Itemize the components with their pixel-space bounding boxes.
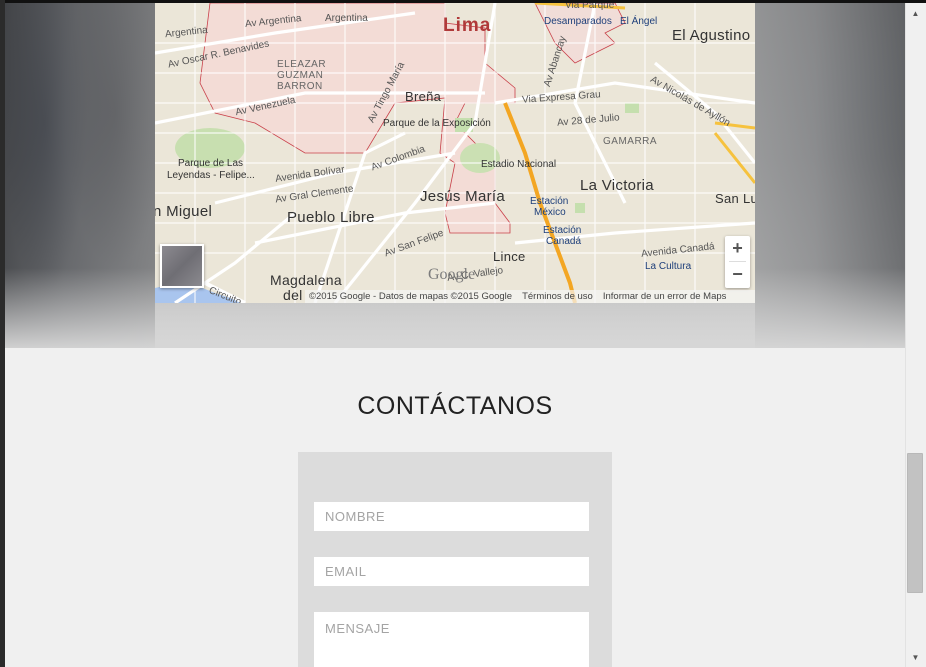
map-label-argentina-3: Argentina — [325, 13, 368, 24]
map-label-brena: Breña — [405, 89, 442, 104]
map-label-el-angel: El Ángel — [620, 16, 658, 27]
map-label-estacion-mexico-2: México — [534, 207, 566, 218]
map-label-san-luis: San Lu — [715, 191, 755, 206]
map-label-magdalena-1: Magdalena — [270, 272, 342, 288]
zoom-in-button[interactable]: + — [725, 236, 750, 261]
window-left-border — [0, 0, 5, 667]
map-label-lima: Lima — [443, 15, 492, 36]
map-label-estadio-nacional: Estadio Nacional — [481, 159, 557, 170]
message-textarea[interactable] — [314, 612, 589, 667]
map-label-via-parque: Via Parque — [565, 3, 615, 11]
map-label-gamarra: GAMARRA — [603, 136, 658, 147]
map-label-estacion-mexico-1: Estación — [530, 196, 569, 207]
map-label-eleazar-2: GUZMAN — [277, 70, 324, 81]
scroll-down-arrow-icon[interactable]: ▼ — [906, 649, 925, 665]
map-label-parque-leyendas-1: Parque de Las — [178, 158, 244, 169]
zoom-out-button[interactable]: − — [725, 262, 750, 287]
map-label-el-agustino: El Agustino — [672, 27, 751, 44]
google-logo: Google — [428, 266, 476, 283]
map-label-la-cultura: La Cultura — [645, 261, 692, 272]
email-input[interactable] — [314, 557, 589, 586]
map-label-lince: Lince — [493, 249, 526, 264]
vertical-scrollbar[interactable]: ▲ ▼ — [905, 3, 926, 667]
scrollbar-thumb[interactable] — [907, 453, 923, 593]
contact-heading: CONTÁCTANOS — [357, 392, 553, 420]
scroll-up-arrow-icon[interactable]: ▲ — [906, 5, 925, 21]
google-map[interactable]: Lima Desamparados El Ángel El Agustino V… — [155, 3, 755, 303]
contact-form — [298, 452, 612, 667]
map-attribution-bar: ©2015 Google - Datos de mapas ©2015 Goog… — [305, 290, 755, 303]
name-input[interactable] — [314, 502, 589, 531]
map-report-link[interactable]: Informar de un error de Maps — [603, 291, 727, 302]
map-attribution: ©2015 Google - Datos de mapas ©2015 Goog… — [309, 291, 513, 302]
map-label-estacion-canada-2: Canadá — [546, 236, 582, 247]
map-label-magdalena-2: del — [283, 287, 303, 303]
map-label-desamparados: Desamparados — [544, 16, 612, 27]
map-label-san-miguel: n Miguel — [155, 203, 213, 220]
window-top-border — [0, 0, 926, 3]
map-zoom-control: + − — [725, 236, 750, 288]
map-label-parque-exposicion: Parque de la Exposición — [383, 118, 491, 129]
map-label-parque-leyendas-2: Leyendas - Felipe... — [167, 170, 255, 181]
map-terms-link[interactable]: Términos de uso — [522, 291, 593, 302]
browser-page: Lima Desamparados El Ángel El Agustino V… — [0, 0, 926, 667]
map-label-la-victoria: La Victoria — [580, 177, 654, 194]
map-label-jesus-maria: Jesús María — [420, 188, 505, 205]
map-label-pueblo-libre: Pueblo Libre — [287, 209, 375, 226]
map-label-eleazar-1: ELEAZAR — [277, 59, 327, 70]
map-label-eleazar-3: BARRON — [277, 81, 323, 92]
map-label-estacion-canada-1: Estación — [543, 225, 582, 236]
satellite-view-toggle[interactable] — [160, 244, 204, 288]
